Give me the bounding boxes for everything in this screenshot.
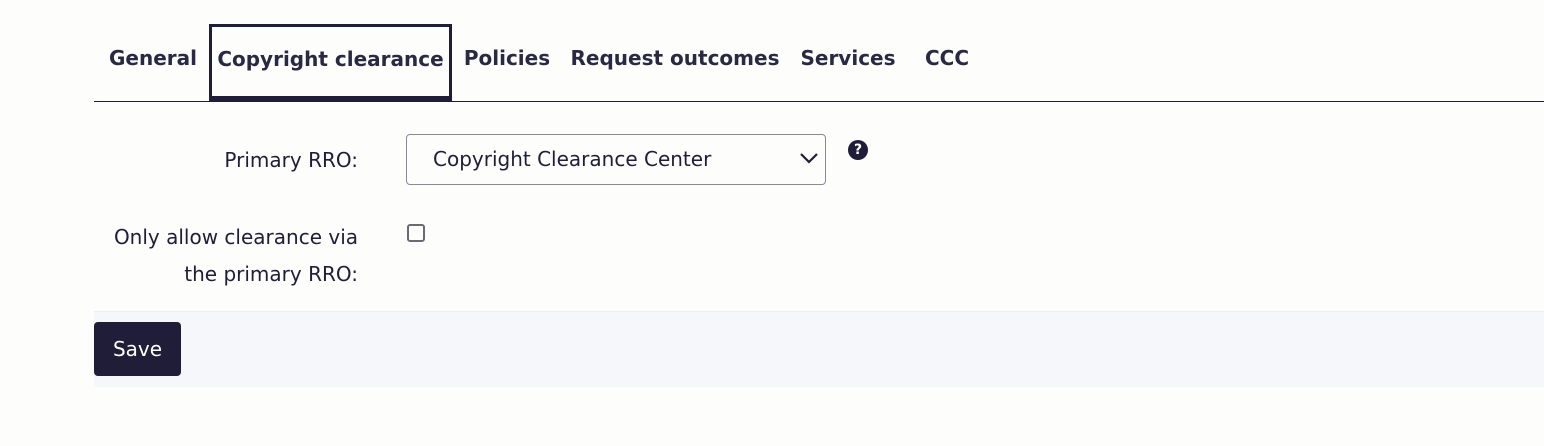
only-allow-label: Only allow clearance via the primary RRO…: [94, 219, 358, 293]
tab-policies[interactable]: Policies: [452, 24, 562, 96]
tab-copyright-clearance[interactable]: Copyright clearance: [209, 24, 452, 102]
tab-bar: General Copyright clearance Policies Req…: [94, 0, 1544, 102]
only-allow-checkbox[interactable]: [407, 224, 425, 242]
tab-services[interactable]: Services: [794, 24, 902, 96]
tab-request-outcomes[interactable]: Request outcomes: [568, 24, 782, 96]
primary-rro-selected-value: Copyright Clearance Center: [433, 147, 712, 171]
form-footer: Save: [94, 311, 1544, 387]
tab-ccc[interactable]: CCC: [916, 24, 978, 96]
tab-general[interactable]: General: [94, 24, 212, 96]
only-allow-row: Only allow clearance via the primary RRO…: [94, 224, 1544, 294]
question-circle-icon[interactable]: ?: [848, 140, 868, 160]
primary-rro-select[interactable]: Copyright Clearance Center: [406, 134, 826, 185]
only-allow-label-line1: Only allow clearance via: [113, 225, 358, 249]
primary-rro-row: Primary RRO: Copyright Clearance Center …: [94, 134, 1544, 185]
primary-rro-label: Primary RRO:: [224, 148, 358, 172]
only-allow-label-line2: the primary RRO:: [184, 262, 358, 286]
chevron-down-icon: [800, 153, 818, 164]
save-button[interactable]: Save: [94, 322, 181, 376]
